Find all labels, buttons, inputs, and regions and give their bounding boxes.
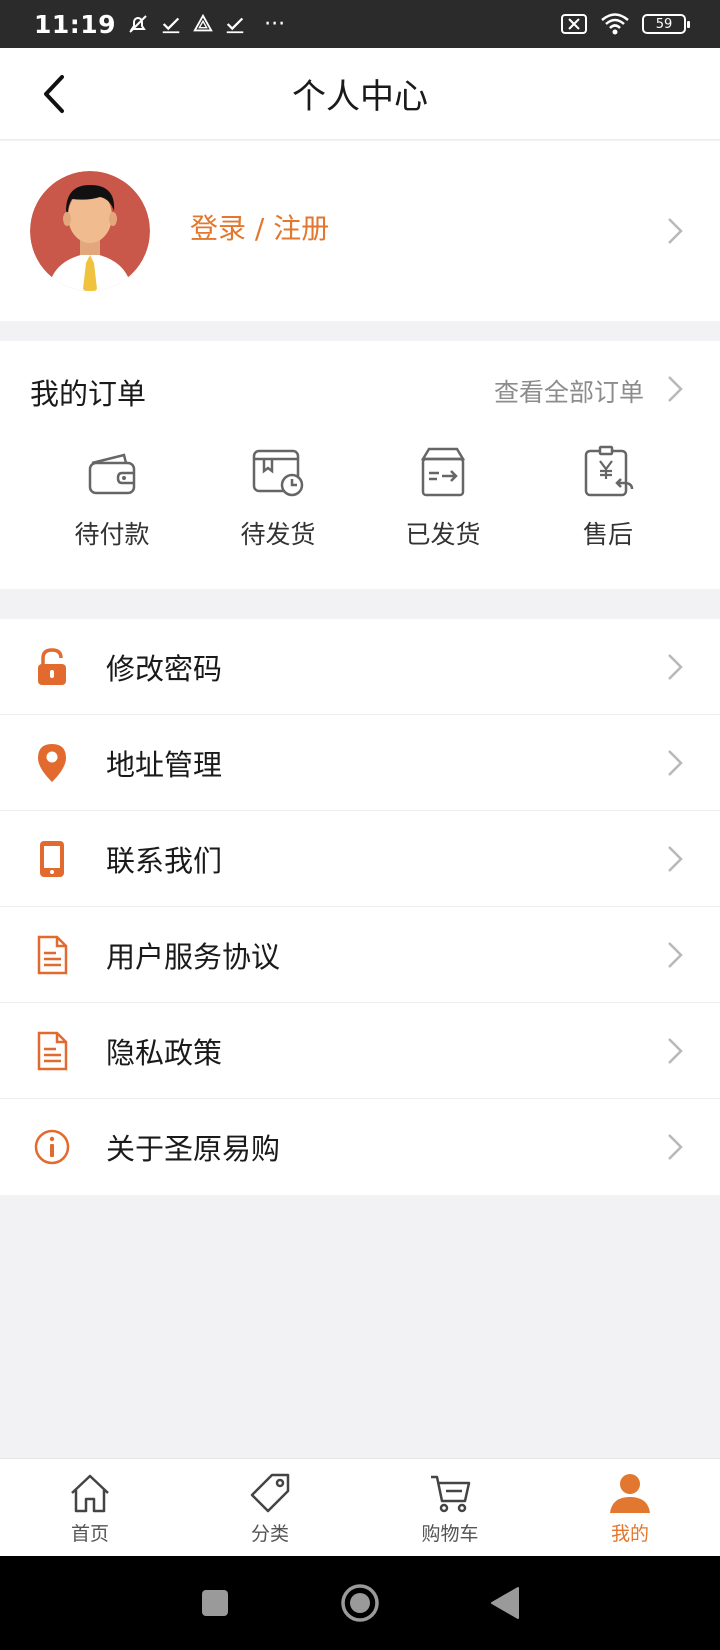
view-all-orders-link[interactable]: 查看全部订单 bbox=[494, 373, 644, 409]
status-time: 11:19 bbox=[34, 9, 117, 39]
battery-level: 59 bbox=[655, 16, 673, 32]
tab-label: 首页 bbox=[70, 1523, 109, 1545]
schedule-box-icon bbox=[252, 449, 304, 497]
box-arrow-icon bbox=[420, 447, 466, 497]
home-icon bbox=[71, 1474, 109, 1513]
settings-menu: 修改密码 地址管理 联系我们 用户服务协议 隐私政策 关于圣原易购 bbox=[0, 619, 720, 1195]
menu-item-contact[interactable]: 联系我们 bbox=[0, 811, 720, 907]
tab-home[interactable]: 首页 bbox=[0, 1459, 180, 1556]
chevron-right-icon bbox=[663, 215, 687, 247]
order-label: 已发货 bbox=[405, 520, 481, 549]
chevron-right-icon bbox=[663, 939, 687, 971]
order-after-sales[interactable]: 售后 bbox=[528, 445, 688, 555]
lock-icon bbox=[32, 647, 72, 687]
drive-icon bbox=[193, 13, 213, 32]
tab-label: 我的 bbox=[610, 1523, 649, 1545]
profile-card[interactable]: 登录 / 注册 bbox=[0, 141, 720, 321]
avatar[interactable] bbox=[30, 171, 150, 291]
menu-item-user-agreement[interactable]: 用户服务协议 bbox=[0, 907, 720, 1003]
menu-item-change-password[interactable]: 修改密码 bbox=[0, 619, 720, 715]
tag-icon bbox=[250, 1473, 290, 1513]
menu-item-label: 用户服务协议 bbox=[106, 939, 281, 974]
sim-off-icon bbox=[561, 14, 587, 34]
bottom-tab-bar: 首页 分类 购物车 我的 bbox=[0, 1458, 720, 1556]
document-icon bbox=[32, 1031, 72, 1071]
chevron-right-icon bbox=[663, 651, 687, 683]
status-bar: 11:19 ··· 59 bbox=[0, 0, 720, 48]
menu-item-privacy-policy[interactable]: 隐私政策 bbox=[0, 1003, 720, 1099]
location-pin-icon bbox=[32, 743, 72, 783]
info-icon bbox=[32, 1127, 72, 1167]
chevron-right-icon bbox=[663, 373, 687, 405]
page-header: 个人中心 bbox=[0, 48, 720, 140]
wallet-icon bbox=[88, 453, 136, 495]
order-pending-payment[interactable]: 待付款 bbox=[32, 445, 192, 555]
chevron-right-icon bbox=[663, 1035, 687, 1067]
phone-icon bbox=[32, 839, 72, 879]
wifi-icon bbox=[601, 13, 629, 35]
user-icon bbox=[610, 1474, 650, 1513]
menu-item-label: 修改密码 bbox=[106, 651, 223, 686]
refund-icon bbox=[584, 445, 634, 497]
my-orders-section: 我的订单 查看全部订单 待付款 待发货 已发货 售后 bbox=[0, 341, 720, 589]
order-label: 售后 bbox=[582, 520, 633, 549]
page-title: 个人中心 bbox=[292, 77, 428, 117]
notification-icons: ··· bbox=[126, 12, 285, 37]
tab-mine[interactable]: 我的 bbox=[540, 1459, 720, 1556]
cart-icon bbox=[431, 1475, 471, 1513]
menu-item-label: 关于圣原易购 bbox=[106, 1132, 281, 1166]
tab-cart[interactable]: 购物车 bbox=[360, 1459, 540, 1556]
chevron-right-icon bbox=[663, 843, 687, 875]
menu-item-label: 隐私政策 bbox=[106, 1035, 223, 1070]
recents-icon[interactable] bbox=[200, 1588, 230, 1618]
menu-item-label: 联系我们 bbox=[106, 843, 223, 878]
more-indicator: ··· bbox=[264, 11, 286, 37]
order-shipped[interactable]: 已发货 bbox=[363, 445, 523, 555]
back-button[interactable] bbox=[34, 70, 74, 118]
order-label: 待发货 bbox=[240, 520, 316, 549]
order-label: 待付款 bbox=[74, 520, 150, 549]
mute-icon bbox=[129, 15, 147, 33]
menu-item-address[interactable]: 地址管理 bbox=[0, 715, 720, 811]
menu-item-label: 地址管理 bbox=[106, 747, 223, 782]
tab-label: 购物车 bbox=[421, 1523, 479, 1545]
login-register-link[interactable]: 登录 / 注册 bbox=[190, 207, 329, 247]
chevron-right-icon bbox=[663, 747, 687, 779]
document-icon bbox=[32, 935, 72, 975]
tab-label: 分类 bbox=[250, 1523, 289, 1545]
check-icon bbox=[162, 17, 180, 34]
back-arrow-icon bbox=[44, 75, 64, 113]
check-icon bbox=[226, 17, 244, 34]
system-navigation-bar bbox=[0, 1556, 720, 1650]
home-button-icon[interactable] bbox=[340, 1583, 380, 1623]
battery-icon: 59 bbox=[642, 14, 690, 34]
system-back-icon[interactable] bbox=[490, 1586, 520, 1620]
chevron-right-icon bbox=[663, 1131, 687, 1163]
tab-category[interactable]: 分类 bbox=[180, 1459, 360, 1556]
order-pending-shipment[interactable]: 待发货 bbox=[198, 445, 358, 555]
menu-item-about[interactable]: 关于圣原易购 bbox=[0, 1099, 720, 1195]
orders-title: 我的订单 bbox=[30, 377, 147, 411]
